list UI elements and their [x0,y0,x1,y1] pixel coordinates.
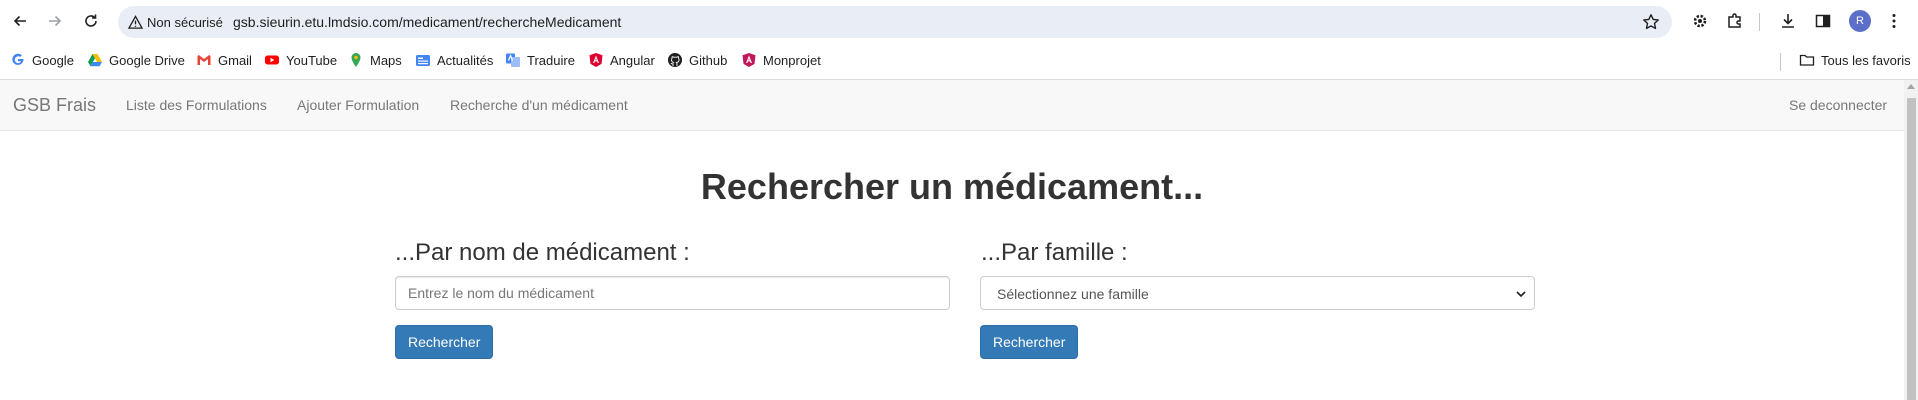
bookmark-google[interactable]: Google [10,52,74,68]
monprojet-icon [741,52,757,68]
warning-icon [128,14,143,29]
extension-button[interactable] [1689,10,1711,32]
toolbar-separator [1759,13,1760,31]
github-icon [667,52,683,68]
extensions-button[interactable] [1724,10,1746,32]
security-indicator[interactable]: Non sécurisé [128,13,223,31]
bookmark-star-icon[interactable] [1642,13,1660,31]
bookmark-youtube[interactable]: YouTube [264,52,337,68]
search-by-family-button[interactable]: Rechercher [980,325,1079,359]
arrow-right-icon [49,15,62,27]
bookmark-angular[interactable]: Angular [588,52,655,68]
logout-link[interactable]: Se deconnecter [1789,97,1887,113]
security-label: Non sécurisé [147,14,223,30]
bookmark-traduire[interactable]: Traduire [505,52,575,68]
chevron-down-icon [1516,291,1526,298]
angular-icon [588,52,604,68]
bookmark-github[interactable]: Github [667,52,727,68]
forward-button[interactable] [44,10,66,32]
translate-icon [505,52,521,68]
family-select[interactable]: Sélectionnez une famille [980,276,1535,310]
google-icon [10,52,26,68]
bookmark-google-drive[interactable]: Google Drive [87,52,185,68]
news-icon [415,52,431,68]
download-icon [1782,14,1794,28]
nav-link-ajouter-formulation[interactable]: Ajouter Formulation [297,97,419,113]
medicament-name-input[interactable] [395,276,950,310]
search-by-name-button[interactable]: Rechercher [395,325,494,359]
scrollbar-thumb[interactable] [1907,98,1916,400]
menu-button[interactable] [1883,10,1905,32]
search-by-name-heading: ...Par nom de médicament : [395,239,690,266]
browser-toolbar: Non sécurisé gsb.sieurin.etu.lmdsio.com/… [0,0,1918,44]
folder-icon [1799,52,1815,68]
search-by-family-heading: ...Par famille : [981,239,1128,266]
bookmark-actualites[interactable]: Actualités [415,52,493,68]
all-bookmarks[interactable]: Tous les favoris [1799,52,1911,68]
brand-link[interactable]: GSB Frais [13,95,96,116]
reload-icon [85,14,97,27]
bookmark-gmail[interactable]: Gmail [196,52,252,68]
gear-icon [1693,14,1707,28]
back-button[interactable] [9,10,31,32]
bookmarks-separator [1780,53,1781,71]
puzzle-icon [1728,13,1741,28]
family-select-value: Sélectionnez une famille [997,286,1149,302]
reload-button[interactable] [80,10,102,32]
page-title: Rechercher un médicament... [700,166,1204,207]
scroll-up-arrow-icon[interactable] [1907,84,1915,89]
more-vertical-icon [1892,14,1896,28]
google-drive-icon [87,52,103,68]
downloads-button[interactable] [1777,10,1799,32]
bookmarks-bar: Google Google Drive Gmail YouTube Maps A… [0,44,1918,80]
address-bar[interactable]: Non sécurisé gsb.sieurin.etu.lmdsio.com/… [118,6,1672,38]
arrow-left-icon [13,15,26,27]
nav-link-liste-formulations[interactable]: Liste des Formulations [126,97,267,113]
page-scrollbar[interactable] [1904,80,1918,400]
youtube-icon [264,52,280,68]
profile-avatar[interactable]: R [1849,10,1871,32]
bookmark-maps[interactable]: Maps [348,52,402,68]
site-navbar: GSB Frais Liste des Formulations Ajouter… [0,80,1904,131]
side-panel-button[interactable] [1812,10,1834,32]
url-text[interactable]: gsb.sieurin.etu.lmdsio.com/medicament/re… [233,14,621,30]
nav-link-recherche-medicament[interactable]: Recherche d'un médicament [450,97,628,113]
side-panel-icon [1815,14,1831,28]
gmail-icon [196,52,212,68]
bookmark-monprojet[interactable]: Monprojet [741,52,821,68]
maps-icon [348,52,364,68]
